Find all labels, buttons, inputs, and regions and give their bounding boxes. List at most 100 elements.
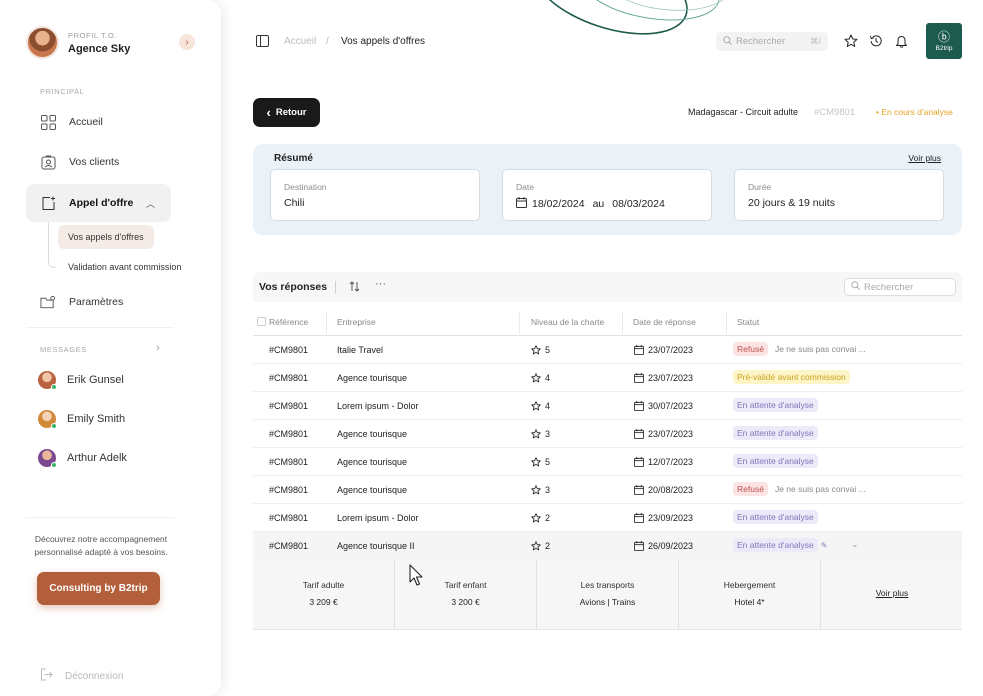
sidebar-item-label: Appel d'offre bbox=[69, 197, 134, 209]
breadcrumb-home[interactable]: Accueil bbox=[284, 36, 316, 47]
avatar bbox=[38, 410, 57, 429]
chevron-down-icon[interactable]: ⌄ bbox=[851, 539, 859, 550]
sidebar-subitem-validation[interactable]: Validation avant commission bbox=[68, 262, 181, 272]
table-row[interactable]: #CM9801 Agence tourisque 4 23/07/2023 Pré-va… bbox=[253, 364, 962, 392]
cell-company: Italie Travel bbox=[337, 345, 384, 355]
history-icon[interactable] bbox=[869, 34, 883, 51]
cell-status: En attente d'analyse bbox=[733, 454, 818, 468]
search-input[interactable]: Rechercher ⌘/ bbox=[716, 32, 828, 51]
table-row[interactable]: #CM9801 Agence tourisque 3 20/08/2023 Refusé… bbox=[253, 476, 962, 504]
column-divider bbox=[622, 312, 623, 334]
status-note: Je ne suis pas convai ... bbox=[774, 344, 866, 354]
responses-title: Vos réponses bbox=[259, 281, 328, 293]
cell-status: En attente d'analyse bbox=[733, 426, 818, 440]
cell-company: Lorem ipsum - Dolor bbox=[337, 513, 419, 523]
back-label: Retour bbox=[275, 107, 307, 118]
sidebar-item-appel-offre[interactable]: Appel d'offre ︿ bbox=[26, 184, 171, 222]
column-header-company[interactable]: Entreprise bbox=[337, 317, 376, 327]
column-header-status[interactable]: Statut bbox=[737, 317, 759, 327]
status-badge: Pré-validé avant commission bbox=[733, 370, 850, 384]
back-button[interactable]: ‹ Retour bbox=[253, 98, 320, 127]
cell-company: Agence tourisque bbox=[337, 373, 408, 383]
more-options-icon[interactable]: ··· bbox=[375, 278, 386, 290]
search-placeholder: Rechercher bbox=[864, 281, 914, 293]
divider bbox=[26, 327, 174, 328]
sidebar-item-parametres[interactable]: Paramètres bbox=[26, 283, 171, 321]
table-row[interactable]: #CM9801 Lorem ipsum - Dolor 2 23/09/2023 En … bbox=[253, 504, 962, 532]
table-row[interactable]: #CM9801 Italie Travel 5 23/07/2023 Refusé Je … bbox=[253, 336, 962, 364]
cell-reference: #CM9801 bbox=[269, 345, 309, 355]
date-value: 20/08/2023 bbox=[648, 485, 694, 495]
detail-label: Tarif adulte bbox=[302, 580, 345, 590]
column-header-reference[interactable]: Référence bbox=[269, 317, 308, 327]
summary-see-more-link[interactable]: Voir plus bbox=[908, 153, 941, 163]
sort-icon[interactable] bbox=[349, 281, 360, 295]
cell-charter-level: 2 bbox=[531, 541, 550, 551]
bell-icon[interactable] bbox=[895, 34, 908, 51]
brand-name: B2trip bbox=[935, 44, 953, 52]
cell-status: Refusé Je ne suis pas convai ... bbox=[733, 482, 866, 496]
date-value: 23/07/2023 bbox=[648, 345, 694, 355]
profile-name: Agence Sky bbox=[68, 42, 131, 55]
chevron-right-icon[interactable]: › bbox=[156, 342, 160, 354]
charter-value: 3 bbox=[545, 485, 551, 495]
cell-reference: #CM9801 bbox=[269, 485, 309, 495]
date-value: 23/09/2023 bbox=[648, 513, 694, 523]
table-row[interactable]: #CM9801 Agence tourisque II 2 26/09/2023 En … bbox=[253, 532, 962, 560]
charter-value: 3 bbox=[545, 429, 551, 439]
column-header-response-date[interactable]: Date de réponse bbox=[633, 317, 696, 327]
sidebar-subitem-appels[interactable]: Vos appels d'offres bbox=[58, 225, 154, 249]
detail-label: Les transports bbox=[580, 580, 635, 590]
message-contact[interactable]: Erik Gunsel bbox=[38, 371, 124, 390]
column-header-charter-level[interactable]: Niveau de la charte bbox=[531, 317, 604, 327]
table-row[interactable]: #CM9801 Lorem ipsum - Dolor 4 30/07/2023 En … bbox=[253, 392, 962, 420]
table-search-input[interactable]: Rechercher bbox=[844, 278, 956, 296]
grid-icon bbox=[40, 114, 56, 130]
sidebar-toggle-icon[interactable] bbox=[256, 35, 269, 50]
detail-label: Hebergement bbox=[723, 580, 776, 590]
profile-role: PROFIL T.O. bbox=[68, 30, 118, 40]
mouse-cursor-icon bbox=[409, 564, 423, 586]
online-dot bbox=[51, 384, 57, 390]
logout-button[interactable]: Déconnexion bbox=[40, 668, 123, 684]
table-row[interactable]: #CM9801 Agence tourisque 3 23/07/2023 En att… bbox=[253, 420, 962, 448]
status-badge: En attente d'analyse bbox=[733, 538, 818, 552]
detail-more-cell: Voir plus bbox=[821, 559, 963, 630]
date-value: 12/07/2023 bbox=[648, 457, 694, 467]
message-contact[interactable]: Emily Smith bbox=[38, 410, 125, 429]
cell-charter-level: 5 bbox=[531, 345, 550, 355]
table-row[interactable]: #CM9801 Agence tourisque 5 12/07/2023 En att… bbox=[253, 448, 962, 476]
message-contact[interactable]: Arthur Adelk bbox=[38, 449, 127, 468]
date-value: 30/07/2023 bbox=[648, 401, 694, 411]
duration-field[interactable]: Durée 20 jours & 19 nuits bbox=[734, 169, 944, 221]
cell-response-date: 23/07/2023 bbox=[634, 345, 693, 355]
online-dot bbox=[51, 462, 57, 468]
cell-reference: #CM9801 bbox=[269, 541, 309, 551]
cell-status: Refusé Je ne suis pas convai ... bbox=[733, 342, 866, 356]
search-icon bbox=[851, 281, 860, 293]
date-value: 26/09/2023 bbox=[648, 541, 694, 551]
star-icon bbox=[531, 345, 541, 355]
cell-response-date: 23/07/2023 bbox=[634, 373, 693, 383]
chevron-up-icon[interactable]: ︿ bbox=[146, 197, 155, 210]
profile[interactable]: PROFIL T.O. Agence Sky bbox=[26, 26, 130, 59]
destination-field[interactable]: Destination Chili bbox=[270, 169, 480, 221]
folder-settings-icon bbox=[40, 294, 56, 310]
brand-logo[interactable]: ⓑ B2trip bbox=[926, 23, 962, 59]
star-icon[interactable] bbox=[844, 34, 858, 51]
cell-response-date: 26/09/2023 bbox=[634, 541, 693, 551]
field-label: Durée bbox=[748, 182, 772, 192]
cell-charter-level: 2 bbox=[531, 513, 550, 523]
charter-value: 2 bbox=[545, 513, 551, 523]
chevron-right-icon[interactable]: › bbox=[179, 34, 195, 50]
sidebar-item-clients[interactable]: Vos clients bbox=[26, 143, 171, 181]
select-all-checkbox[interactable] bbox=[257, 317, 266, 326]
cell-reference: #CM9801 bbox=[269, 401, 309, 411]
sidebar-item-accueil[interactable]: Accueil bbox=[26, 103, 171, 141]
date-field[interactable]: Date 18/02/2024 au 08/03/2024 bbox=[502, 169, 712, 221]
detail-see-more-link[interactable]: Voir plus bbox=[876, 588, 909, 598]
cell-company: Agence tourisque bbox=[337, 429, 408, 439]
edit-icon[interactable]: ✎ bbox=[821, 541, 828, 550]
consulting-button[interactable]: Consulting by B2trip bbox=[37, 572, 160, 605]
status-badge: Refusé bbox=[733, 482, 768, 496]
